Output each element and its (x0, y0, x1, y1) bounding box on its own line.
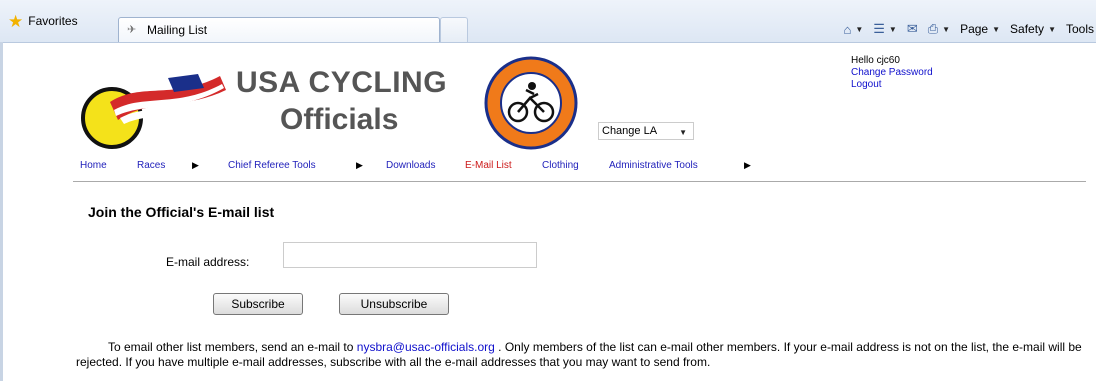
safety-menu-button[interactable]: Safety ▼ (1010, 22, 1056, 36)
info-text-before: To email other list members, send an e-m… (108, 340, 354, 354)
races-submenu-arrow-icon[interactable]: ▶ (192, 160, 199, 171)
mail-icon: ✉ (906, 21, 918, 36)
list-email-link[interactable]: nysbra@usac-officials.org (357, 340, 495, 354)
chevron-down-icon: ▼ (942, 24, 951, 34)
nav-item-clothing[interactable]: Clothing (542, 160, 579, 171)
nysbra-seal-logo (484, 56, 578, 150)
tools-menu-button[interactable]: Tools (1066, 22, 1094, 36)
print-button[interactable]: ⎙ ▼ (928, 21, 950, 37)
read-mail-button[interactable]: ✉ (907, 21, 918, 37)
nav-item-chief-referee-tools[interactable]: Chief Referee Tools (228, 160, 316, 171)
browser-toolbar: ★ Favorites ✈ Mailing List ⌂ ▼ ☰ ▼ ✉ ⎙ ▼ Pa… (0, 0, 1096, 43)
tab-title: Mailing List (147, 23, 208, 37)
nav-item-email-list[interactable]: E-Mail List (465, 160, 512, 171)
email-input[interactable] (283, 242, 537, 268)
star-icon: ★ (8, 11, 24, 31)
favorites-button[interactable]: ★ Favorites (8, 9, 78, 33)
cyclist-favicon-icon: ✈ (127, 24, 137, 36)
chevron-down-icon: ▼ (992, 24, 1001, 34)
chief-referee-submenu-arrow-icon[interactable]: ▶ (356, 160, 363, 171)
chevron-down-icon: ▼ (888, 24, 897, 34)
favorites-label: Favorites (28, 14, 78, 28)
tools-menu-label: Tools (1065, 22, 1094, 36)
nav-item-home[interactable]: Home (80, 160, 107, 171)
info-paragraph: To email other list members, send an e-m… (76, 340, 1086, 370)
home-button[interactable]: ⌂ ▼ (843, 22, 863, 37)
nav-divider (73, 181, 1086, 182)
safety-menu-label: Safety (1010, 22, 1045, 36)
home-icon: ⌂ (843, 21, 852, 37)
rss-feed-icon: ☰ (873, 21, 885, 36)
chevron-down-icon: ▼ (679, 128, 687, 137)
browser-tab-mailing-list[interactable]: ✈ Mailing List (118, 17, 440, 42)
nav-item-administrative-tools[interactable]: Administrative Tools (609, 160, 698, 171)
change-la-select[interactable]: Change LA ▼ (598, 122, 694, 140)
nav-item-downloads[interactable]: Downloads (386, 160, 435, 171)
feeds-button[interactable]: ☰ ▼ (873, 21, 897, 37)
brand-title-line1: USA CYCLING (236, 66, 448, 99)
chevron-down-icon: ▼ (1048, 24, 1056, 34)
printer-icon: ⎙ (927, 21, 939, 36)
user-greeting: Hello cjc60 (851, 55, 900, 66)
page-menu-button[interactable]: Page ▼ (960, 22, 1000, 36)
brand-title-line2: Officials (280, 103, 399, 136)
change-la-value: Change LA (602, 125, 658, 137)
page-menu-label: Page (960, 22, 989, 36)
admin-submenu-arrow-icon[interactable]: ▶ (744, 160, 751, 171)
email-label: E-mail address: (166, 255, 250, 269)
command-bar: ⌂ ▼ ☰ ▼ ✉ ⎙ ▼ Page ▼ Safety ▼ Tools (843, 17, 1096, 41)
nav-item-races[interactable]: Races (137, 160, 165, 171)
change-password-link[interactable]: Change Password (851, 67, 933, 79)
window-left-edge (0, 42, 3, 381)
logout-link[interactable]: Logout (851, 79, 933, 91)
unsubscribe-button[interactable]: Unsubscribe (339, 293, 449, 315)
chevron-down-icon: ▼ (855, 24, 864, 34)
usa-cycling-flag-wheel-logo (81, 74, 226, 149)
subscribe-button[interactable]: Subscribe (213, 293, 303, 315)
page-title: Join the Official's E-mail list (88, 204, 275, 220)
user-panel: Hello cjc60 Change Password Logout (851, 55, 933, 91)
new-tab-button[interactable] (440, 17, 468, 42)
